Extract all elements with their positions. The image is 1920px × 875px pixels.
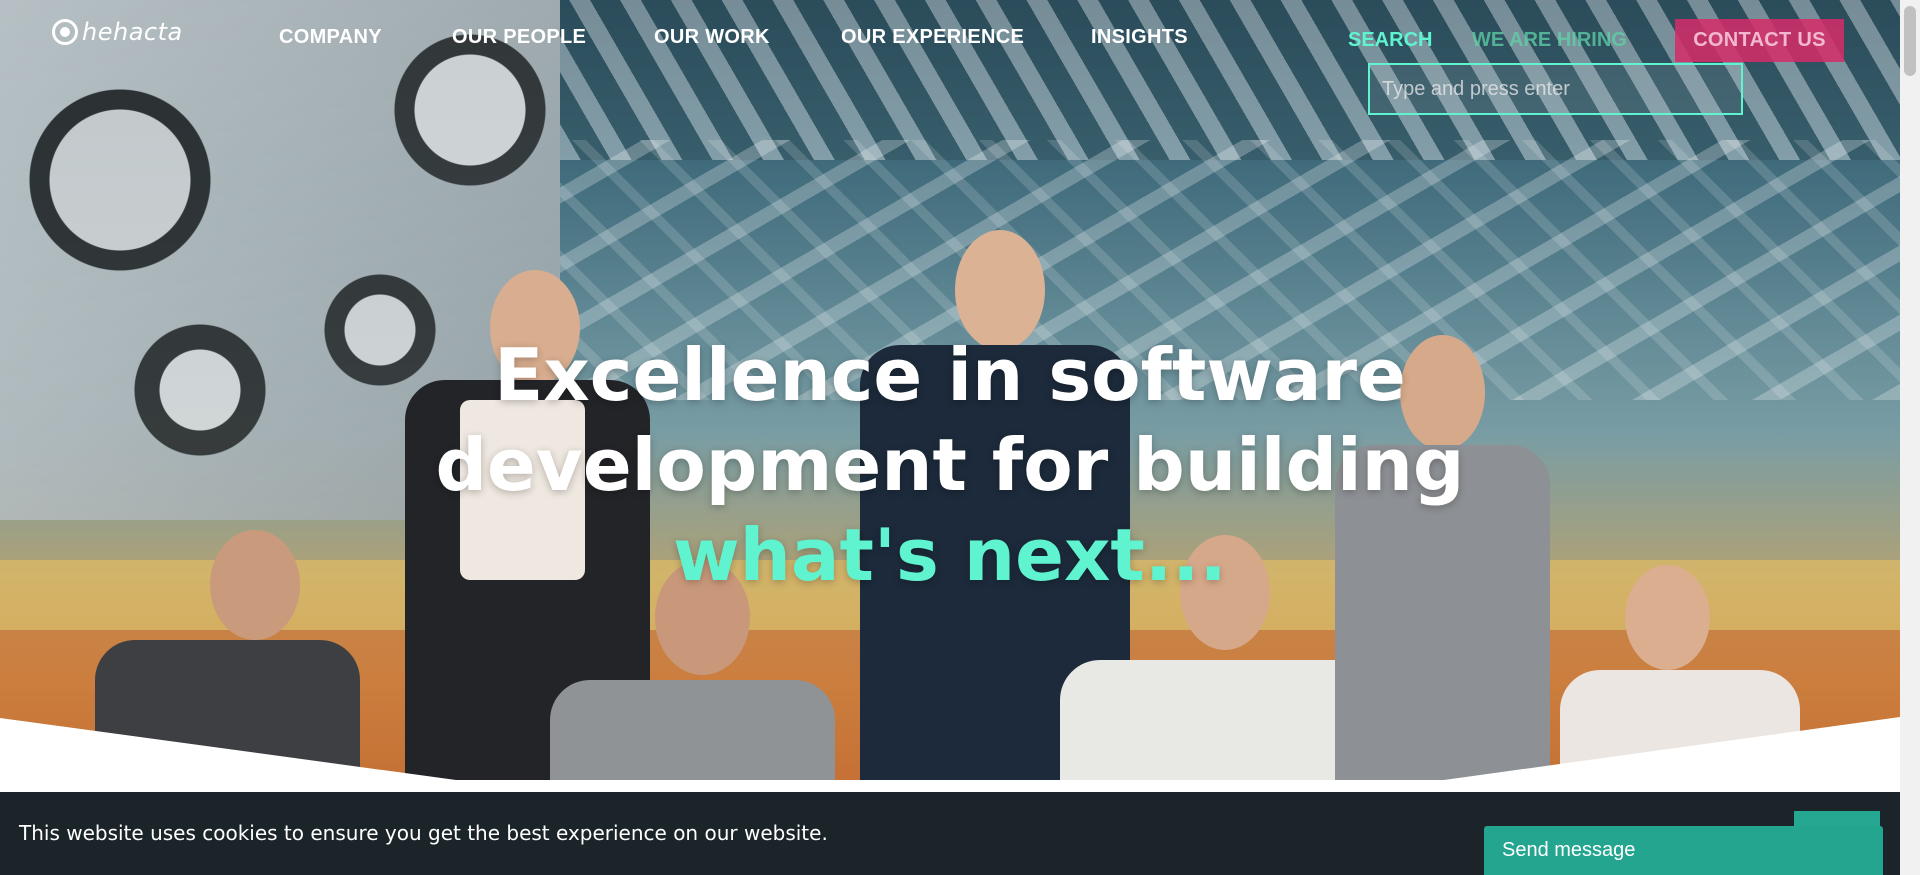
nav-our-people[interactable]: OUR PEOPLE [452, 26, 586, 49]
nav-our-experience[interactable]: OUR EXPERIENCE [841, 26, 1024, 49]
headline-accent: what's next... [673, 513, 1227, 597]
contact-us-button[interactable]: CONTACT US [1675, 19, 1844, 62]
we-are-hiring-link[interactable]: WE ARE HIRING [1472, 29, 1627, 52]
search-link[interactable]: SEARCH [1348, 29, 1432, 52]
headline-line-2: development for building [435, 423, 1465, 507]
logo-text: hehacta [82, 18, 183, 46]
nav-our-work[interactable]: OUR WORK [654, 26, 770, 49]
nav-insights[interactable]: INSIGHTS [1091, 26, 1188, 49]
send-message-button[interactable]: Send message [1484, 826, 1883, 875]
nav-company[interactable]: COMPANY [279, 26, 382, 49]
page-scrollbar[interactable] [1900, 0, 1920, 875]
scrollbar-thumb[interactable] [1904, 6, 1916, 76]
logo-icon [52, 19, 78, 45]
hero-headline: Excellence in software development for b… [0, 330, 1900, 600]
logo-link[interactable]: hehacta [52, 18, 183, 46]
headline-line-1: Excellence in software [494, 333, 1406, 417]
cookie-text: This website uses cookies to ensure you … [19, 821, 828, 845]
search-input[interactable] [1368, 63, 1743, 115]
